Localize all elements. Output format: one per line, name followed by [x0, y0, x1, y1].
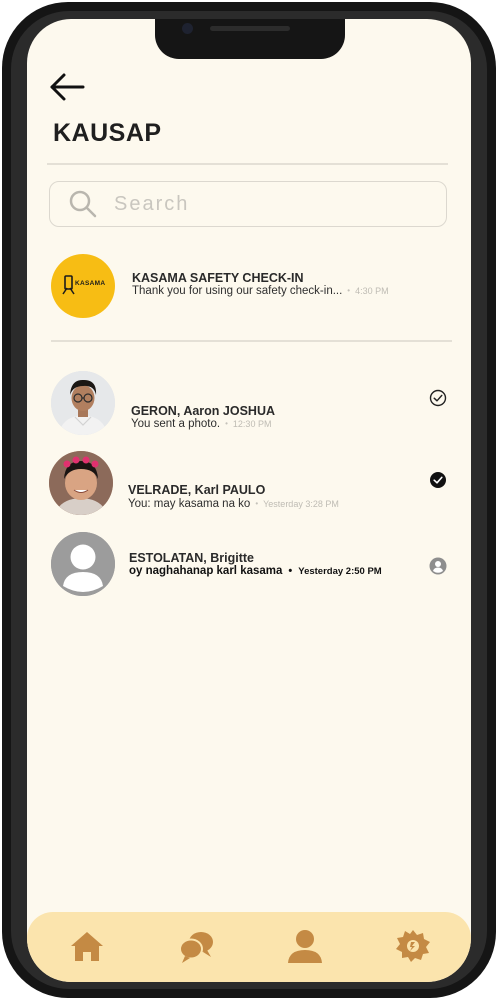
kasama-logo-text: KASAMA [75, 280, 106, 287]
conversation-time: Yesterday 3:28 PM [263, 499, 339, 509]
sent-check-outline-icon [429, 389, 447, 407]
default-avatar-icon [51, 532, 115, 596]
chat-bubbles-icon [179, 932, 213, 963]
conversation-name: GERON, Aaron JOSHUA [131, 404, 276, 418]
conversation-preview: Thank you for using our safety check-in.… [132, 285, 343, 297]
search-input[interactable] [114, 192, 414, 216]
conversation-time: 4:30 PM [355, 286, 389, 296]
arrow-left-icon [50, 73, 85, 101]
nav-settings[interactable] [393, 926, 433, 966]
conversation-item[interactable]: ESTOLATAN, Brigitte oy naghahanap karl k… [27, 531, 471, 601]
separator-dot: • [255, 499, 259, 509]
conversation-preview: oy naghahanap karl kasama [129, 565, 283, 577]
search-bar[interactable] [49, 181, 447, 227]
bottom-nav [27, 912, 471, 982]
phone-notch [155, 19, 345, 59]
user-photo [51, 371, 115, 435]
phone-frame: KAUSAP KASAMA KASAMA SAFETY CHECK-IN [2, 2, 496, 998]
camera-icon [182, 23, 193, 34]
app-screen: KAUSAP KASAMA KASAMA SAFETY CHECK-IN [27, 19, 471, 982]
profile-icon [288, 930, 322, 963]
nav-profile[interactable] [285, 926, 325, 966]
back-button[interactable] [47, 69, 87, 105]
separator-dot: • [347, 286, 351, 296]
conversation-item[interactable]: VELRADE, Karl PAULO You: may kasama na k… [27, 449, 471, 519]
unread-avatar-icon [429, 557, 447, 575]
conversation-name: VELRADE, Karl PAULO [128, 483, 266, 497]
pinned-conversation[interactable]: KASAMA KASAMA SAFETY CHECK-IN Thank you … [27, 251, 471, 321]
nav-home[interactable] [67, 926, 107, 966]
page-title: KAUSAP [53, 119, 162, 147]
conversation-preview-row: You sent a photo. • 12:30 PM [131, 418, 271, 430]
conversation-preview: You sent a photo. [131, 418, 221, 430]
conversation-name: ESTOLATAN, Brigitte [129, 551, 254, 565]
conversation-preview-row: Thank you for using our safety check-in.… [132, 285, 389, 297]
nav-chats[interactable] [177, 926, 217, 966]
user-photo [49, 451, 113, 515]
section-divider [51, 340, 452, 342]
avatar [51, 371, 115, 435]
conversation-item[interactable]: GERON, Aaron JOSHUA You sent a photo. • 12… [27, 369, 471, 439]
conversation-preview: You: may kasama na ko [128, 498, 251, 510]
speaker-grille [210, 26, 290, 31]
conversation-time: Yesterday 2:50 PM [298, 566, 382, 577]
conversation-name: KASAMA SAFETY CHECK-IN [132, 271, 304, 285]
avatar [51, 532, 115, 596]
kasama-logo: KASAMA [51, 254, 115, 318]
conversation-preview-row: You: may kasama na ko • Yesterday 3:28 PM [128, 498, 339, 510]
search-icon [69, 190, 97, 218]
header-divider [47, 163, 448, 165]
conversation-time: 12:30 PM [232, 419, 272, 429]
seen-check-filled-icon [430, 472, 446, 488]
conversation-preview-row: oy naghahanap karl kasama • Yesterday 2:50… [129, 565, 382, 577]
settings-badge-icon [396, 930, 430, 962]
home-icon [71, 932, 103, 961]
separator-dot: • [288, 565, 293, 577]
avatar [49, 451, 113, 515]
separator-dot: • [225, 419, 228, 429]
